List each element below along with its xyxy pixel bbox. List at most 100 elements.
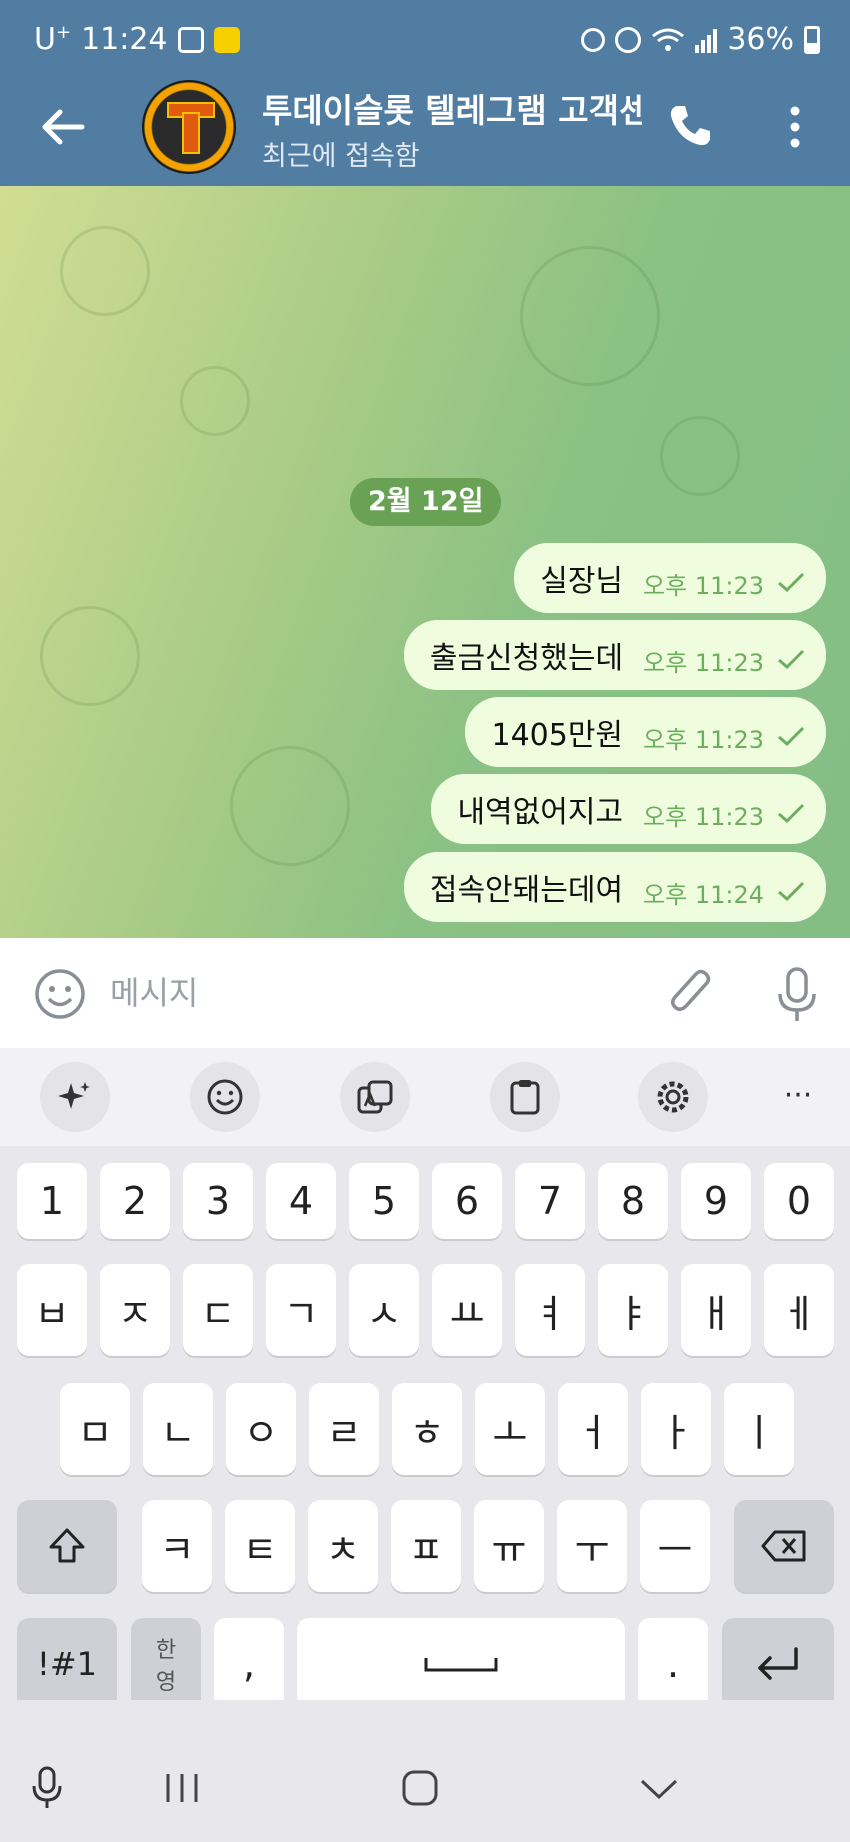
key-ng[interactable]: ㅇ: [226, 1383, 296, 1475]
enter-key[interactable]: [722, 1618, 834, 1710]
key-eo[interactable]: ㅓ: [558, 1383, 628, 1475]
key-6[interactable]: 6: [432, 1163, 502, 1239]
microphone-icon[interactable]: [776, 966, 818, 1024]
message-bubble[interactable]: 출금신청했는데 오후 11:23: [403, 620, 826, 690]
backspace-key[interactable]: [734, 1500, 834, 1592]
key-d[interactable]: ㄷ: [183, 1264, 253, 1356]
key-8[interactable]: 8: [598, 1163, 668, 1239]
key-ya[interactable]: ㅑ: [598, 1264, 668, 1356]
wallpaper-doodle: [180, 366, 250, 436]
alarm-icon: [615, 26, 642, 53]
key-n[interactable]: ㄴ: [143, 1383, 213, 1475]
key-i[interactable]: ㅣ: [724, 1383, 794, 1475]
avatar[interactable]: [142, 80, 236, 174]
paperclip-icon[interactable]: [666, 966, 718, 1022]
message-text: 1405만원: [491, 718, 624, 753]
chat-header: 투데이슬롯 텔레그램 고객센터 최근에 접속함: [0, 80, 850, 186]
key-r[interactable]: ㄹ: [309, 1383, 379, 1475]
voice-input-icon[interactable]: [30, 1766, 64, 1810]
wallpaper-doodle: [660, 416, 740, 496]
translate-icon[interactable]: [340, 1062, 410, 1132]
key-ch[interactable]: ㅊ: [308, 1500, 378, 1592]
message-bubble[interactable]: 실장님 오후 11:23: [514, 543, 826, 613]
chat-area[interactable]: 2월 12일 실장님 오후 11:23 출금신청했는데 오후 11:23 140…: [0, 186, 850, 938]
key-ae[interactable]: ㅐ: [681, 1264, 751, 1356]
phone-icon[interactable]: [664, 100, 716, 152]
key-u[interactable]: ㅜ: [557, 1500, 627, 1592]
key-b[interactable]: ㅂ: [17, 1264, 87, 1356]
key-p[interactable]: ㅍ: [391, 1500, 461, 1592]
key-yu[interactable]: ㅠ: [474, 1500, 544, 1592]
key-1[interactable]: 1: [17, 1163, 87, 1239]
message-text: 출금신청했는데: [429, 641, 624, 676]
status-bar: U+ 11:24 36%: [0, 0, 850, 80]
key-h[interactable]: ㅎ: [392, 1383, 462, 1475]
kakao-notification-icon: [213, 26, 240, 53]
key-t[interactable]: ㅌ: [225, 1500, 295, 1592]
message-bubble[interactable]: 접속안돼는데여 오후 11:24: [403, 852, 826, 922]
message-time: 오후 11:23: [643, 725, 764, 754]
emoji-icon[interactable]: [34, 968, 86, 1020]
shift-key[interactable]: [17, 1500, 117, 1592]
period-key[interactable]: .: [638, 1618, 708, 1710]
clipboard-icon[interactable]: [490, 1062, 560, 1132]
gallery-notification-icon: [177, 26, 204, 53]
key-4[interactable]: 4: [266, 1163, 336, 1239]
wallpaper-doodle: [520, 246, 660, 386]
more-icon[interactable]: ···: [778, 1076, 818, 1116]
language-key[interactable]: 한 영: [131, 1618, 201, 1710]
keyboard-toolbar: ···: [0, 1048, 850, 1146]
key-5[interactable]: 5: [349, 1163, 419, 1239]
chat-subtitle: 최근에 접속함: [262, 141, 420, 172]
check-icon: [778, 881, 805, 902]
key-3[interactable]: 3: [183, 1163, 253, 1239]
key-eu[interactable]: ㅡ: [640, 1500, 710, 1592]
key-m[interactable]: ㅁ: [60, 1383, 130, 1475]
enter-icon: [758, 1647, 798, 1680]
logo-t-icon: [167, 102, 215, 154]
key-7[interactable]: 7: [515, 1163, 585, 1239]
more-vert-icon[interactable]: [780, 102, 810, 152]
back-arrow-icon[interactable]: [38, 102, 88, 152]
chat-title[interactable]: 투데이슬롯 텔레그램 고객센터: [262, 84, 642, 130]
date-chip: 2월 12일: [350, 478, 502, 526]
symbols-key[interactable]: !#1: [17, 1618, 117, 1710]
message-time: 오후 11:23: [643, 571, 764, 600]
key-0[interactable]: 0: [764, 1163, 834, 1239]
hide-keyboard-icon[interactable]: [640, 1778, 678, 1800]
key-o[interactable]: ㅗ: [475, 1383, 545, 1475]
language-key-bottom: 영: [155, 1670, 177, 1695]
wifi-icon: [652, 28, 685, 51]
key-j[interactable]: ㅈ: [100, 1264, 170, 1356]
key-yo[interactable]: ㅛ: [432, 1264, 502, 1356]
space-icon: [424, 1658, 498, 1672]
comma-key[interactable]: ,: [214, 1618, 284, 1710]
key-a[interactable]: ㅏ: [641, 1383, 711, 1475]
key-s[interactable]: ㅅ: [349, 1264, 419, 1356]
wallpaper-doodle: [60, 226, 150, 316]
emoji-icon[interactable]: [190, 1062, 260, 1132]
message-time: 오후 11:23: [643, 802, 764, 831]
message-input[interactable]: [110, 966, 650, 1020]
language-key-top: 한: [155, 1638, 177, 1663]
key-9[interactable]: 9: [681, 1163, 751, 1239]
key-g[interactable]: ㄱ: [266, 1264, 336, 1356]
message-bubble[interactable]: 내역없어지고 오후 11:23: [431, 774, 826, 844]
key-e[interactable]: ㅔ: [764, 1264, 834, 1356]
sparkle-icon[interactable]: [40, 1062, 110, 1132]
message-bubble[interactable]: 1405만원 오후 11:23: [465, 697, 826, 767]
signal-icon: [695, 27, 718, 53]
key-yeo[interactable]: ㅕ: [515, 1264, 585, 1356]
clock: 11:24: [81, 22, 168, 57]
check-icon: [778, 572, 805, 593]
backspace-icon: [761, 1530, 806, 1562]
key-k[interactable]: ㅋ: [142, 1500, 212, 1592]
recent-apps-icon[interactable]: [164, 1772, 200, 1804]
space-key[interactable]: [297, 1618, 625, 1710]
key-2[interactable]: 2: [100, 1163, 170, 1239]
home-icon[interactable]: [402, 1770, 438, 1806]
wallpaper-doodle: [230, 746, 350, 866]
top-bar: U+ 11:24 36% 투데이슬롯 텔레그램 고객센터 최근에 접속함: [0, 0, 850, 186]
settings-icon[interactable]: [638, 1062, 708, 1132]
message-composer: [0, 938, 850, 1048]
